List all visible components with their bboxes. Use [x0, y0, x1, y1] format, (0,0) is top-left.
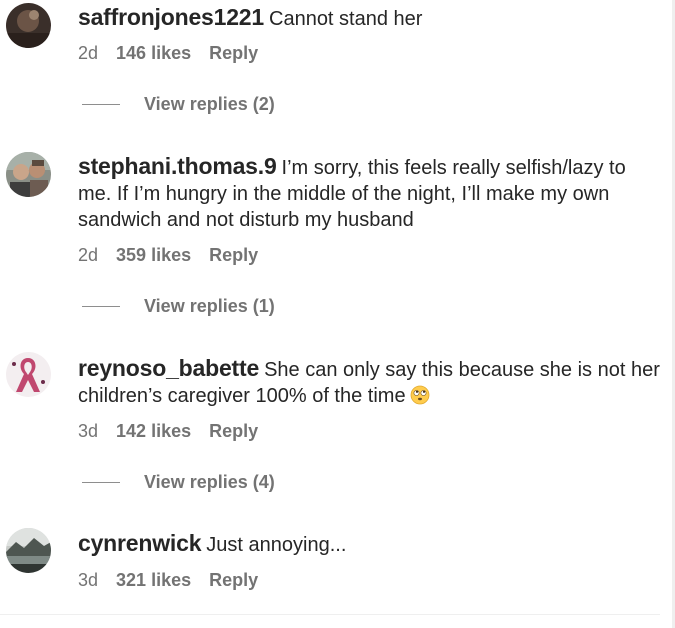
comment-likes[interactable]: 359 likes	[116, 245, 191, 266]
comment-age[interactable]: 3d	[78, 421, 98, 442]
avatar-couple-photo-icon	[6, 152, 51, 197]
avatar[interactable]	[6, 528, 51, 573]
view-replies-label: View replies (4)	[144, 472, 275, 492]
avatar[interactable]	[6, 352, 51, 397]
rolling-eyes-icon	[410, 385, 430, 405]
avatar-dark-photo-icon	[6, 3, 51, 48]
comment-text: Just annoying...	[206, 534, 347, 556]
comment-body: reynoso_babette She can only say this bec…	[78, 355, 660, 409]
replies-line	[82, 482, 120, 483]
comment-username[interactable]: reynoso_babette	[78, 355, 259, 381]
reply-button[interactable]: Reply	[209, 421, 258, 442]
comment-body: stephani.thomas.9 I’m sorry, this feels r…	[78, 153, 660, 233]
view-replies-label: View replies (1)	[144, 296, 275, 316]
view-replies-label: View replies (2)	[144, 94, 275, 114]
comment-age[interactable]: 2d	[78, 245, 98, 266]
reply-button[interactable]: Reply	[209, 245, 258, 266]
comment-age[interactable]: 3d	[78, 570, 98, 591]
replies-line	[82, 306, 120, 307]
comment-body: cynrenwick Just annoying...	[78, 530, 660, 558]
comment-text: Cannot stand her	[269, 8, 423, 30]
view-replies-button[interactable]: View replies (2)	[82, 94, 275, 115]
comment-meta: 3d 142 likes Reply	[78, 421, 258, 442]
comment-meta: 3d 321 likes Reply	[78, 570, 258, 591]
view-replies-button[interactable]: View replies (4)	[82, 472, 275, 493]
comment-username[interactable]: stephani.thomas.9	[78, 153, 277, 179]
comment-likes[interactable]: 321 likes	[116, 570, 191, 591]
comment-likes[interactable]: 146 likes	[116, 43, 191, 64]
reply-button[interactable]: Reply	[209, 570, 258, 591]
replies-line	[82, 104, 120, 105]
comment-body: saffronjones1221 Cannot stand her	[78, 4, 660, 32]
comment-meta: 2d 146 likes Reply	[78, 43, 258, 64]
comment-likes[interactable]: 142 likes	[116, 421, 191, 442]
view-replies-button[interactable]: View replies (1)	[82, 296, 275, 317]
comment-username[interactable]: saffronjones1221	[78, 4, 264, 30]
avatar-pink-ribbon-icon	[6, 352, 51, 397]
avatar-landscape-photo-icon	[6, 528, 51, 573]
comment-username[interactable]: cynrenwick	[78, 530, 201, 556]
divider	[0, 614, 660, 615]
comment-meta: 2d 359 likes Reply	[78, 245, 258, 266]
comment-age[interactable]: 2d	[78, 43, 98, 64]
reply-button[interactable]: Reply	[209, 43, 258, 64]
avatar[interactable]	[6, 152, 51, 197]
avatar[interactable]	[6, 3, 51, 48]
